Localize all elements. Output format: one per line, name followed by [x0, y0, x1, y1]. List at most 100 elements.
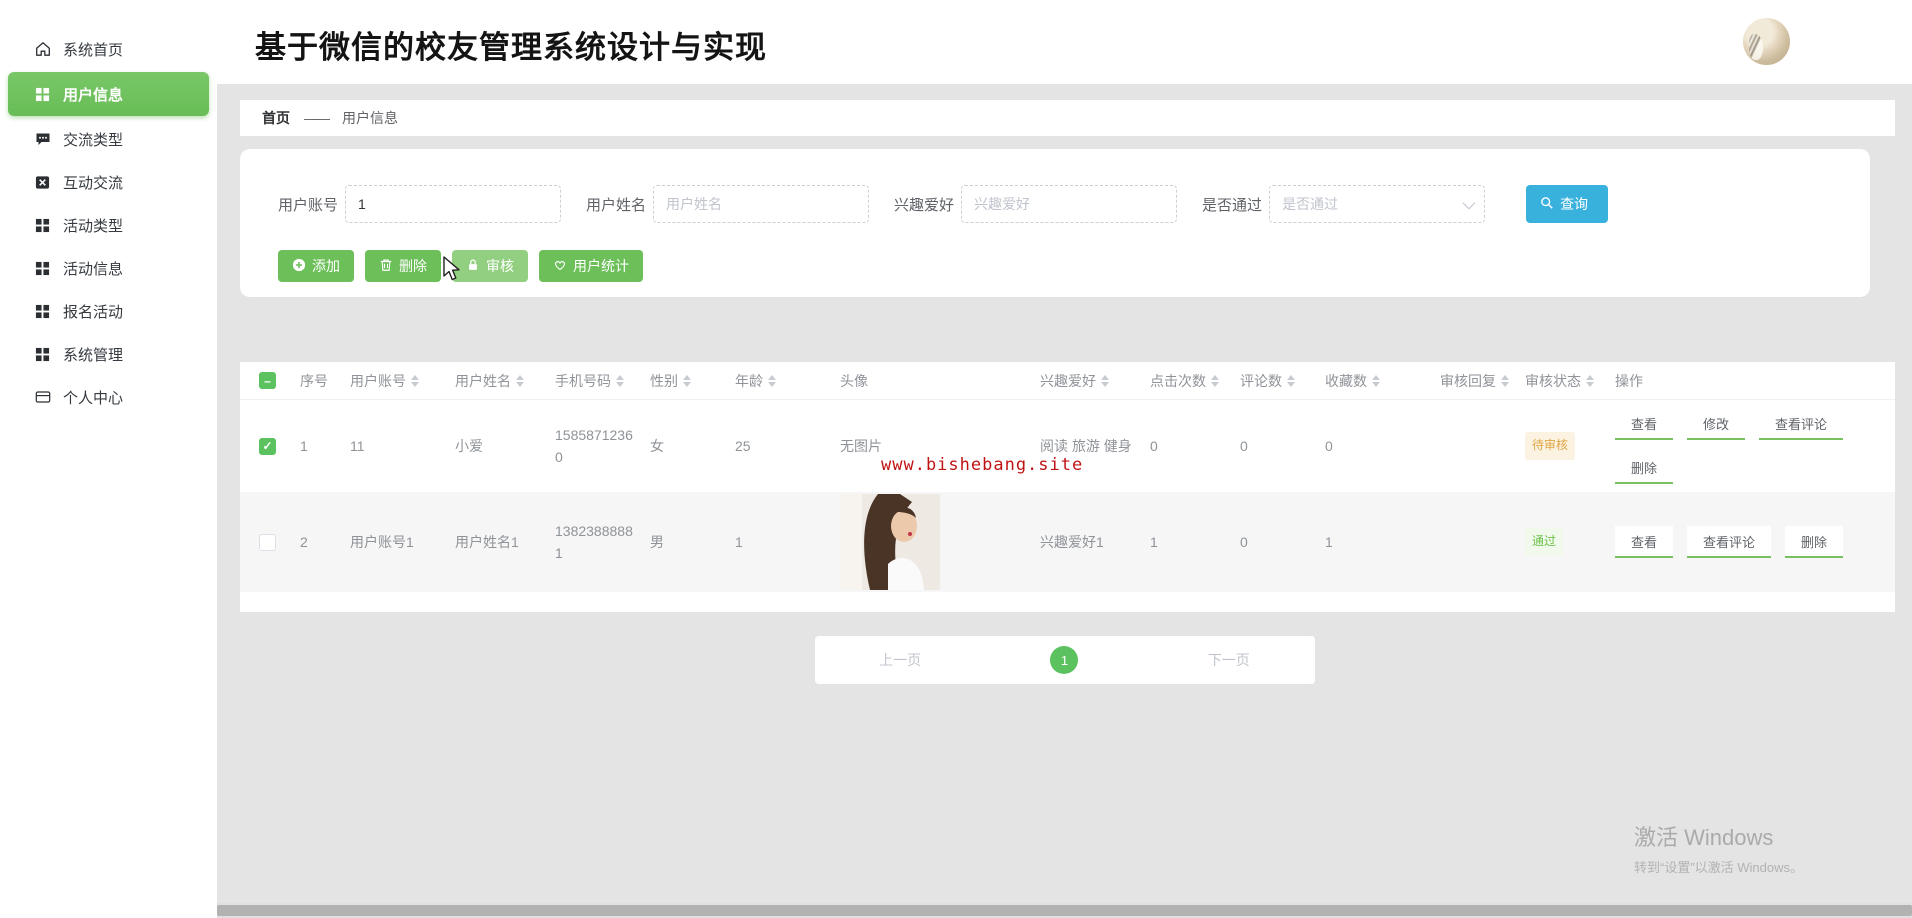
chevron-down-icon [1462, 196, 1476, 209]
column-header-clicks[interactable]: 点击次数 [1150, 371, 1240, 391]
sidebar-item-signup-activity[interactable]: 报名活动 [8, 291, 209, 331]
card-icon [34, 389, 51, 406]
sidebar-item-user-info[interactable]: 用户信息 [8, 72, 209, 116]
column-header-audit-reply[interactable]: 审核回复 [1440, 371, 1525, 391]
status-badge: 通过 [1525, 528, 1564, 556]
column-header-index: 序号 [300, 372, 328, 389]
column-header-name[interactable]: 用户姓名 [455, 371, 555, 391]
cell-comments: 0 [1240, 533, 1248, 550]
column-header-comments[interactable]: 评论数 [1240, 371, 1325, 391]
sort-icon[interactable] [616, 374, 624, 387]
column-header-interests[interactable]: 兴趣爱好 [1040, 371, 1150, 391]
column-header-actions: 操作 [1615, 372, 1643, 389]
sidebar-item-system-manage[interactable]: 系统管理 [8, 334, 209, 374]
account-input[interactable] [345, 185, 562, 223]
user-table: – 序号 用户账号 用户姓名 手机号码 性别 年龄 头像 兴趣爱好 点击次数 评… [240, 362, 1895, 612]
table-row: ✓ 1 11 小爱 15858712360 女 25 无图片 阅读 旅游 健身 … [240, 400, 1895, 492]
sort-icon[interactable] [1501, 374, 1509, 387]
delete-button[interactable]: 删除 [365, 250, 441, 282]
column-header-gender[interactable]: 性别 [650, 371, 735, 391]
name-label: 用户姓名 [586, 196, 647, 214]
horizontal-scrollbar[interactable] [217, 903, 1912, 918]
windows-activation-watermark: 激活 Windows 转到“设置”以激活 Windows。 [1634, 820, 1803, 876]
sidebar-item-activity-info[interactable]: 活动信息 [8, 248, 209, 288]
search-icon [1540, 196, 1554, 213]
select-all-checkbox[interactable]: – [259, 372, 276, 389]
scrollbar-thumb[interactable] [217, 905, 1912, 916]
cell-age: 25 [735, 437, 751, 454]
query-button[interactable]: 查询 [1526, 185, 1609, 223]
sidebar: 系统首页 用户信息 交流类型 互动交流 活动类型 活动信息 报名活动 系统管理 … [0, 0, 217, 918]
next-page-button[interactable]: 下一页 [1208, 650, 1250, 670]
pass-select[interactable]: 是否通过 [1269, 185, 1486, 223]
row-checkbox[interactable]: ✓ [259, 437, 276, 455]
add-button-label: 添加 [312, 258, 340, 274]
sidebar-item-label: 系统首页 [63, 41, 124, 59]
delete-row-button[interactable]: 删除 [1785, 526, 1844, 558]
column-header-account[interactable]: 用户账号 [350, 371, 455, 391]
sort-icon[interactable] [516, 374, 524, 387]
cell-gender: 女 [650, 437, 664, 454]
column-header-audit-status[interactable]: 审核状态 [1525, 371, 1615, 391]
sidebar-item-label: 报名活动 [63, 303, 124, 321]
row-checkbox[interactable] [259, 533, 276, 551]
breadcrumb-home[interactable]: 首页 [262, 108, 290, 128]
view-button[interactable]: 查看 [1615, 526, 1674, 558]
audit-button-label: 审核 [486, 258, 514, 274]
interest-label: 兴趣爱好 [894, 196, 955, 214]
sort-icon[interactable] [683, 374, 691, 387]
sidebar-item-label: 互动交流 [63, 174, 124, 192]
view-comments-button[interactable]: 查看评论 [1759, 408, 1844, 440]
cell-interests: 兴趣爱好1 [1040, 533, 1104, 550]
sort-icon[interactable] [1372, 374, 1380, 387]
sidebar-item-label: 交流类型 [63, 131, 124, 149]
sidebar-item-personal-center[interactable]: 个人中心 [8, 377, 209, 417]
cell-gender: 男 [650, 533, 664, 550]
pass-select-placeholder: 是否通过 [1282, 196, 1339, 212]
grid-icon [34, 217, 51, 234]
audit-button[interactable]: 审核 [452, 250, 528, 282]
column-header-phone[interactable]: 手机号码 [555, 371, 650, 391]
name-input[interactable] [653, 185, 870, 223]
search-panel: 用户账号 用户姓名 兴趣爱好 是否通过 是否通过 [240, 149, 1870, 297]
add-button[interactable]: 添加 [278, 250, 354, 282]
user-avatar[interactable] [1743, 18, 1790, 65]
sidebar-item-activity-type[interactable]: 活动类型 [8, 205, 209, 245]
cell-actions: 查看 修改 查看评论 删除 [1615, 400, 1895, 492]
interest-input[interactable] [961, 185, 1178, 223]
sidebar-item-interaction[interactable]: 互动交流 [8, 162, 209, 202]
query-button-label: 查询 [1560, 196, 1589, 212]
cell-actions: 查看 查看评论 删除 [1615, 518, 1895, 566]
sort-icon[interactable] [1211, 374, 1219, 387]
cell-phone: 13823888881 [555, 522, 633, 561]
sort-icon[interactable] [768, 374, 776, 387]
sort-icon[interactable] [1287, 374, 1295, 387]
sidebar-item-exchange-type[interactable]: 交流类型 [8, 119, 209, 159]
sort-icon[interactable] [411, 374, 419, 387]
user-stats-button-label: 用户统计 [573, 258, 629, 274]
delete-row-button[interactable]: 删除 [1615, 452, 1674, 484]
plus-circle-icon [292, 258, 306, 275]
pagination: 上一页 1 下一页 [814, 636, 1315, 684]
cell-index: 1 [300, 437, 308, 454]
sidebar-item-system-home[interactable]: 系统首页 [8, 29, 209, 69]
sort-icon[interactable] [1101, 374, 1109, 387]
cell-name: 小爱 [455, 437, 483, 454]
column-header-favorites[interactable]: 收藏数 [1325, 371, 1440, 391]
edit-button[interactable]: 修改 [1687, 408, 1746, 440]
cell-clicks: 1 [1150, 533, 1158, 550]
prev-page-button[interactable]: 上一页 [879, 650, 921, 670]
cell-phone: 15858712360 [555, 426, 633, 465]
current-page-indicator[interactable]: 1 [1050, 646, 1079, 674]
sort-icon[interactable] [1586, 374, 1594, 387]
calendar-x-icon [34, 174, 51, 191]
profile-photo [840, 494, 940, 590]
account-label: 用户账号 [278, 196, 339, 214]
column-header-age[interactable]: 年龄 [735, 371, 840, 391]
trash-icon [379, 258, 393, 275]
screen: 系统首页 用户信息 交流类型 互动交流 活动类型 活动信息 报名活动 系统管理 … [0, 0, 1912, 918]
user-stats-button[interactable]: 用户统计 [539, 250, 643, 282]
view-button[interactable]: 查看 [1615, 408, 1674, 440]
account-field-group: 用户账号 [278, 185, 562, 223]
view-comments-button[interactable]: 查看评论 [1687, 526, 1772, 558]
